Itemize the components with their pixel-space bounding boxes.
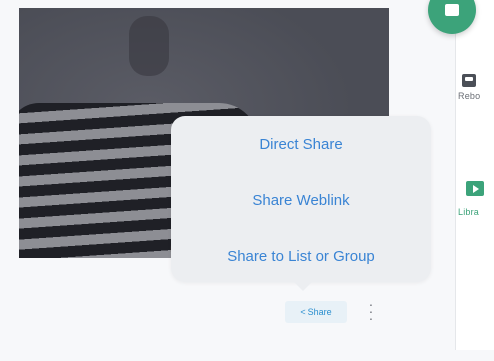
right-sidebar — [455, 0, 494, 350]
share-icon: < — [300, 307, 306, 317]
app-screen: Rebo Libra Direct Share Share Weblink Sh… — [0, 0, 494, 361]
share-button-label: Share — [307, 307, 332, 317]
more-vertical-icon[interactable]: · · · — [364, 297, 378, 325]
new-content-icon — [445, 4, 459, 16]
library-icon — [466, 181, 484, 196]
menu-item-share-to-list-or-group[interactable]: Share to List or Group — [171, 248, 431, 266]
sidebar-item-label: Rebo — [458, 91, 481, 101]
share-button[interactable]: < Share — [285, 301, 347, 323]
sidebar-item-label: Libra — [458, 207, 480, 217]
menu-item-direct-share[interactable]: Direct Share — [171, 136, 431, 154]
recordings-icon — [462, 74, 476, 87]
menu-item-share-weblink[interactable]: Share Weblink — [171, 192, 431, 210]
share-popover-menu: Direct Share Share Weblink Share to List… — [171, 116, 431, 291]
sidebar-item-library[interactable]: Libra — [458, 181, 494, 221]
sidebar-item-recordings[interactable]: Rebo — [458, 74, 494, 120]
video-person-head — [129, 16, 169, 76]
